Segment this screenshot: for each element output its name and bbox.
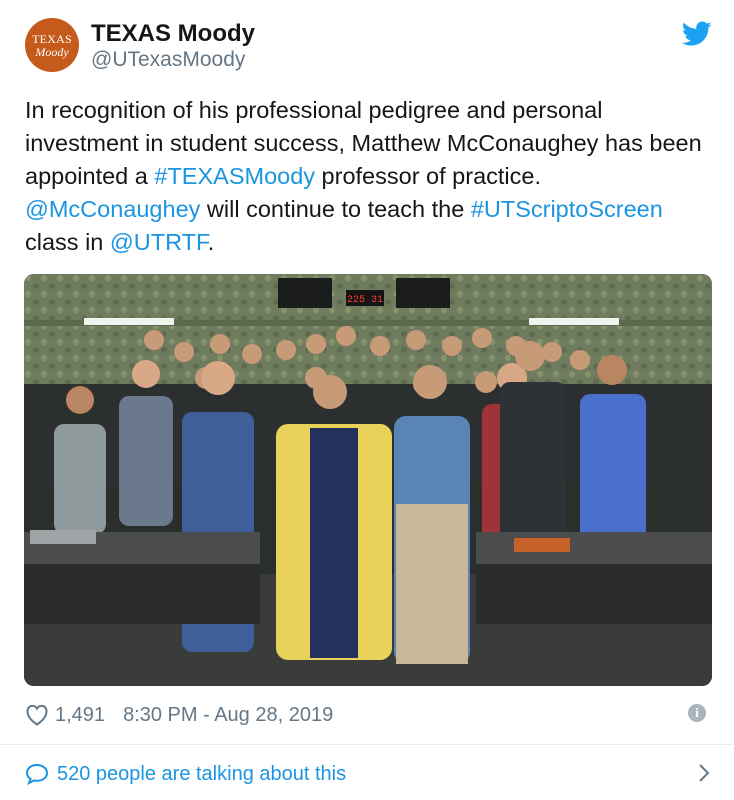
photo-notebook bbox=[514, 538, 570, 552]
photo-light bbox=[84, 318, 174, 325]
tweet-text: In recognition of his professional pedig… bbox=[25, 94, 715, 259]
chevron-right-icon[interactable] bbox=[697, 762, 711, 784]
speech-bubble-icon bbox=[25, 763, 49, 785]
heart-icon[interactable] bbox=[25, 704, 49, 726]
account-handle[interactable]: @UTexasMoody bbox=[91, 48, 245, 72]
photo-desk-leg bbox=[476, 564, 712, 624]
account-name[interactable]: TEXAS Moody bbox=[91, 20, 255, 48]
photo-monitor bbox=[396, 278, 450, 308]
twitter-bird-icon[interactable] bbox=[682, 21, 712, 47]
photo-desk bbox=[476, 532, 712, 564]
hashtag-link-utscriptoscreen[interactable]: #UTScriptoScreen bbox=[471, 196, 663, 222]
tweet-text-part: will continue to teach the bbox=[200, 196, 471, 222]
hashtag-link-texasmoody[interactable]: #TEXASMoody bbox=[154, 163, 315, 189]
info-icon[interactable]: i bbox=[688, 704, 706, 722]
mention-link-utrtf[interactable]: @UTRTF bbox=[110, 229, 208, 255]
avatar[interactable]: TEXAS Moody bbox=[25, 18, 79, 72]
photo-desk-leg bbox=[24, 564, 260, 624]
tweet-meta: 1,491 8:30 PM - Aug 28, 2019 bbox=[25, 702, 333, 728]
photo-light bbox=[529, 318, 619, 325]
photo-laptop bbox=[30, 530, 96, 544]
mention-link-mcconaughey[interactable]: @McConaughey bbox=[25, 196, 200, 222]
talking-count[interactable]: 520 people are talking about this bbox=[57, 763, 346, 786]
like-count[interactable]: 1,491 bbox=[55, 704, 105, 727]
tweet-text-part: . bbox=[207, 229, 215, 255]
divider bbox=[0, 744, 734, 745]
tweet-photo[interactable]: 225 31 bbox=[24, 274, 712, 686]
conversation-link[interactable]: 520 people are talking about this bbox=[25, 760, 715, 788]
tweet-text-part: class in bbox=[25, 229, 110, 255]
tweet-header: TEXAS Moody TEXAS Moody @UTexasMoody bbox=[25, 18, 715, 74]
avatar-text-line1: TEXAS bbox=[32, 31, 72, 46]
photo-clock-text: 225 31 bbox=[347, 295, 383, 306]
photo-monitor bbox=[278, 278, 332, 308]
tweet-text-part: professor of practice. bbox=[315, 163, 541, 189]
avatar-text-line2: Moody bbox=[35, 44, 69, 59]
tweet-timestamp[interactable]: 8:30 PM - Aug 28, 2019 bbox=[123, 704, 333, 727]
